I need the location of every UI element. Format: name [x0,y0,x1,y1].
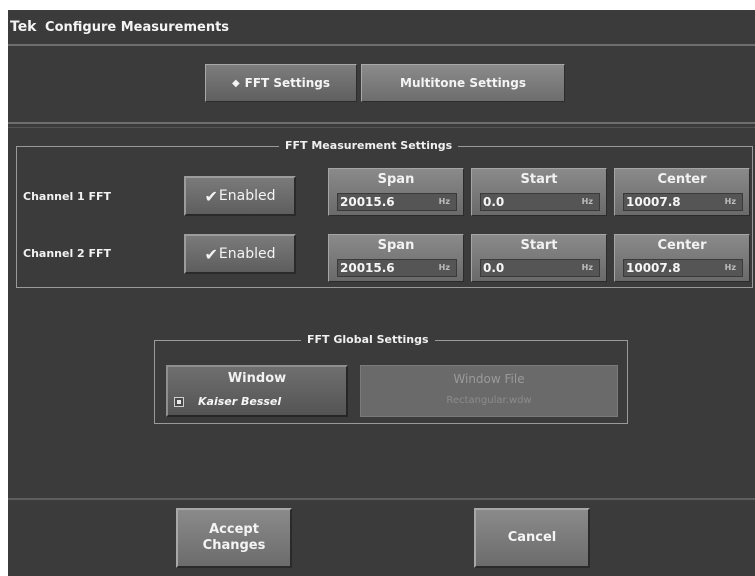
unit-label: Hz [724,197,736,206]
channel-2-start-value: 0.0 Hz [480,259,600,277]
param-label: Span [377,238,415,253]
tab-label: Multitone Settings [400,76,526,90]
channel-2-span-button[interactable]: Span 20015.6 Hz [328,234,464,282]
unit-label: Hz [581,263,593,272]
checkmark-icon: ✔ [204,186,218,206]
group-title: FFT Global Settings [301,333,435,346]
param-label: Center [657,238,707,253]
channel-1-center-button[interactable]: Center 10007.8 Hz [614,168,750,216]
group-title: FFT Measurement Settings [279,139,459,152]
cancel-button[interactable]: Cancel [474,508,590,568]
toggle-label: Enabled [218,188,276,204]
param-label: Span [377,172,415,187]
tab-multitone-settings[interactable]: Multitone Settings [361,64,565,102]
configure-measurements-window: Tek Configure Measurements ◆ FFT Setting… [8,10,755,576]
param-label: Start [520,238,558,253]
dropdown-icon [174,397,184,407]
window-type-dropdown[interactable]: Window Kaiser Bessel [166,365,348,417]
channel-2-span-value: 20015.6 Hz [337,259,457,277]
footer-divider [8,498,755,500]
checkmark-icon: ✔ [204,244,218,264]
tabs-divider [8,122,755,124]
tek-logo: Tek [10,19,37,35]
title-bar: Tek Configure Measurements [8,10,755,44]
channel-2-enabled-toggle[interactable]: ✔ Enabled [184,234,296,274]
unit-label: Hz [438,197,450,206]
toggle-label: Enabled [218,246,276,262]
channel-1-start-value: 0.0 Hz [480,193,600,211]
channel-1-start-button[interactable]: Start 0.0 Hz [471,168,607,216]
window-file-value: Rectangular.wdw [446,395,532,406]
unit-label: Hz [581,197,593,206]
tabs-divider-2 [8,127,755,128]
param-label: Center [657,172,707,187]
accept-changes-button[interactable]: Accept Changes [176,508,292,568]
channel-1-center-value: 10007.8 Hz [623,193,743,211]
channel-1-span-value: 20015.6 Hz [337,193,457,211]
window-file-label: Window File [453,372,525,386]
window-value: Kaiser Bessel [172,393,342,411]
selected-diamond-icon: ◆ [231,77,240,89]
param-label: Start [520,172,558,187]
unit-label: Hz [438,263,450,272]
channel-2-center-value: 10007.8 Hz [623,259,743,277]
channel-2-start-button[interactable]: Start 0.0 Hz [471,234,607,282]
window-file-button: Window File Rectangular.wdw [360,365,618,417]
settings-tabs: ◆ FFT Settings Multitone Settings [205,64,565,102]
channel-1-span-button[interactable]: Span 20015.6 Hz [328,168,464,216]
unit-label: Hz [724,263,736,272]
channel-1-label: Channel 1 FFT [23,190,112,203]
window-label: Window [227,371,287,386]
channel-1-enabled-toggle[interactable]: ✔ Enabled [184,176,296,216]
title-divider [8,44,755,46]
window-title: Configure Measurements [45,20,230,35]
channel-2-label: Channel 2 FFT [23,247,112,260]
tab-fft-settings[interactable]: ◆ FFT Settings [205,64,357,102]
channel-2-center-button[interactable]: Center 10007.8 Hz [614,234,750,282]
tab-label: FFT Settings [244,76,331,90]
